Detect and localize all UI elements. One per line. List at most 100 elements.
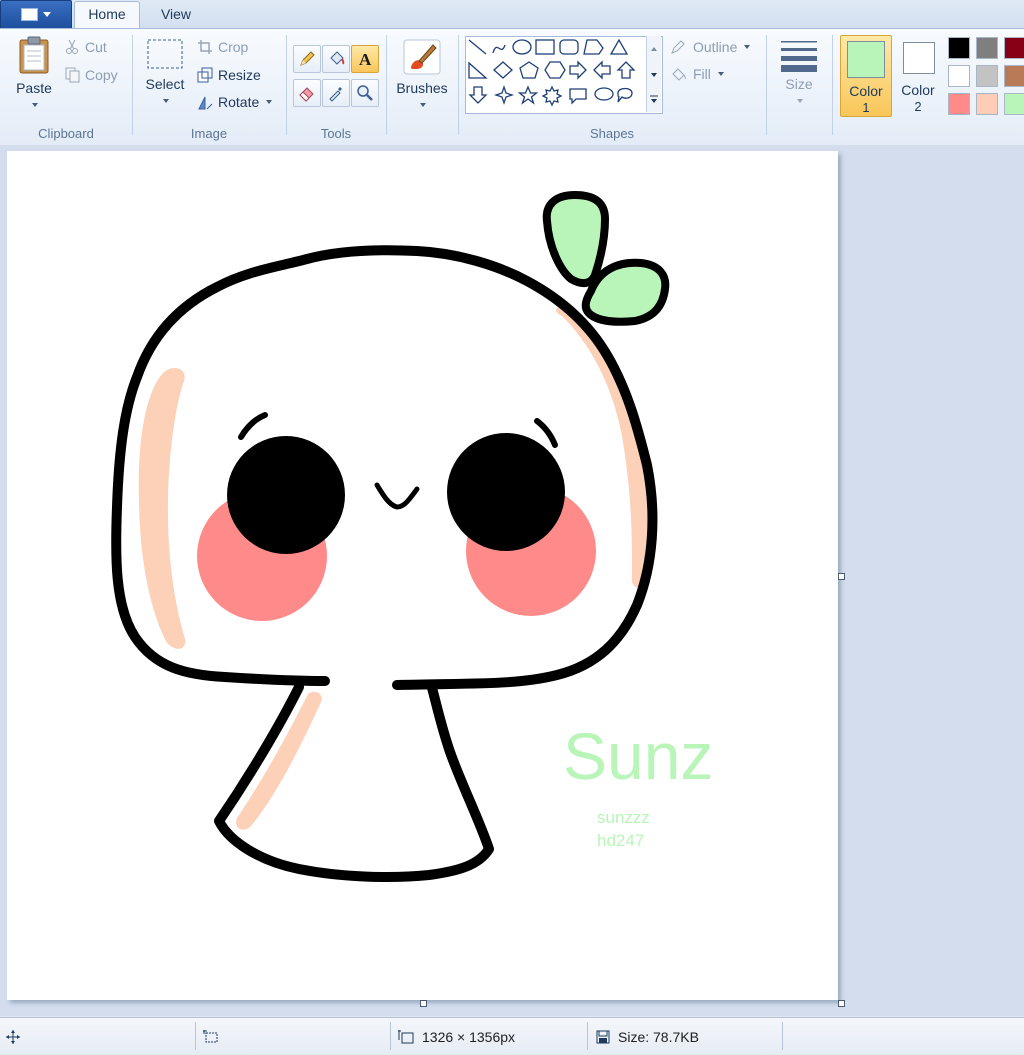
tab-view[interactable]: View [148, 2, 204, 27]
drawing-canvas[interactable]: Sunz sunzzz hd247 [7, 151, 838, 1000]
crop-icon [198, 40, 212, 54]
chevron-down-icon [43, 12, 51, 17]
size-label: Size [785, 76, 813, 92]
brushes-button[interactable]: Brushes [392, 37, 452, 112]
status-divider [390, 1022, 391, 1050]
magnifier-icon [357, 85, 373, 101]
select-button[interactable]: Select [141, 37, 189, 108]
palette-swatch[interactable] [976, 37, 998, 59]
file-size: Size: 78.7KB [596, 1018, 699, 1055]
down-arrow-shape-icon [468, 86, 488, 104]
palette-swatch[interactable] [976, 65, 998, 87]
brush-icon [403, 39, 441, 75]
five-point-star-shape-icon [517, 85, 539, 105]
fill-bucket-icon [672, 68, 686, 81]
resize-handle-corner[interactable] [838, 1000, 845, 1007]
color1-button[interactable]: Color 1 [840, 35, 892, 117]
outline-button[interactable]: Outline [670, 39, 751, 55]
palette-swatch[interactable] [1004, 37, 1024, 59]
copy-button[interactable]: Copy [64, 67, 118, 83]
resize-button[interactable]: Resize [197, 67, 261, 83]
shapes-gallery[interactable] [465, 36, 663, 114]
tools-group: A Tools [287, 29, 385, 145]
text-tool[interactable]: A [351, 45, 379, 73]
six-point-star-shape-icon [541, 85, 563, 107]
resize-handle-right[interactable] [838, 573, 845, 580]
status-bar: 1326 × 1356px Size: 78.7KB [0, 1017, 1024, 1055]
color2-swatch [903, 42, 935, 74]
cut-button[interactable]: Cut [64, 39, 107, 55]
ribbon: Paste Cut Copy Clipboard Select Crop Res… [0, 28, 1024, 146]
paint-bucket-icon [330, 51, 345, 65]
size-button[interactable]: Size [774, 37, 824, 108]
magnifier-tool[interactable] [351, 79, 379, 107]
move-cursor-icon [6, 1029, 20, 1044]
svg-text:A: A [359, 50, 372, 68]
paste-label: Paste [16, 80, 52, 96]
paste-button[interactable]: Paste [8, 35, 60, 112]
file-size-text: Size: 78.7KB [618, 1028, 699, 1045]
palette-swatch[interactable] [1004, 65, 1024, 87]
fill-button[interactable]: Fill [670, 66, 724, 82]
palette-swatch[interactable] [948, 93, 970, 115]
rounded-callout-shape-icon [569, 88, 587, 105]
palette-swatch[interactable] [948, 65, 970, 87]
cloud-callout-shape-icon [617, 87, 633, 103]
eraser-tool[interactable] [293, 79, 321, 107]
save-disk-icon [596, 1030, 610, 1043]
hexagon-shape-icon [544, 61, 566, 79]
color1-number: 1 [862, 100, 870, 115]
resize-handle-bottom[interactable] [420, 1000, 427, 1007]
rotate-icon [198, 96, 213, 110]
clipboard-group-label: Clipboard [38, 126, 94, 141]
curve-shape-icon [492, 44, 506, 54]
color2-button[interactable]: Color 2 [895, 35, 941, 115]
line-shape-icon [468, 39, 487, 55]
rotate-button[interactable]: Rotate [197, 94, 273, 110]
canvas-workspace: Sunz sunzzz hd247 [0, 145, 1024, 1016]
pencil-icon [300, 51, 315, 66]
size-dropdown-icon [797, 99, 803, 104]
credit-line2: hd247 [597, 831, 644, 850]
separator [832, 35, 833, 135]
color-picker-tool[interactable] [322, 79, 350, 107]
character-drawing: Sunz sunzzz hd247 [111, 191, 713, 882]
document-icon [21, 8, 38, 21]
shapes-group-label: Shapes [589, 126, 635, 141]
tab-home[interactable]: Home [74, 1, 140, 30]
palette-swatch[interactable] [1004, 93, 1024, 115]
rotate-label: Rotate [218, 94, 260, 110]
resize-label: Resize [218, 67, 261, 83]
crop-label: Crop [218, 39, 249, 55]
pentagon-shape-icon [519, 61, 539, 79]
color1-label: Color [849, 83, 883, 99]
text-a-icon: A [359, 50, 372, 68]
image-group-label: Image [190, 126, 228, 141]
pencil-tool[interactable] [293, 45, 321, 73]
crop-button[interactable]: Crop [197, 39, 248, 55]
image-dimensions-text: 1326 × 1356px [422, 1028, 516, 1045]
shapes-icons [468, 38, 636, 107]
rectangle-shape-icon [535, 39, 555, 55]
fill-dropdown-icon [717, 72, 724, 76]
signature-text: Sunz [563, 719, 713, 793]
palette-swatch[interactable] [948, 37, 970, 59]
cursor-position [6, 1018, 20, 1055]
up-arrow-shape-icon [616, 61, 636, 79]
outline-label: Outline [693, 39, 738, 55]
copy-label: Copy [85, 67, 118, 83]
palette-swatch[interactable] [976, 93, 998, 115]
clipboard-group: Paste Cut Copy Clipboard [0, 29, 132, 145]
color2-label: Color [901, 82, 935, 98]
fill-tool[interactable] [322, 45, 350, 73]
rotate-dropdown-icon [266, 100, 273, 104]
cut-label: Cut [85, 39, 107, 55]
paint-menu-button[interactable] [0, 0, 72, 29]
shapes-scrollbar[interactable] [646, 36, 661, 112]
image-dimensions: 1326 × 1356px [398, 1018, 515, 1055]
right-arrow-shape-icon [569, 60, 587, 80]
fill-label: Fill [693, 66, 711, 82]
scroll-arrows-icon [650, 47, 658, 103]
color2-number: 2 [914, 99, 922, 114]
polygon-shape-icon [583, 39, 604, 55]
